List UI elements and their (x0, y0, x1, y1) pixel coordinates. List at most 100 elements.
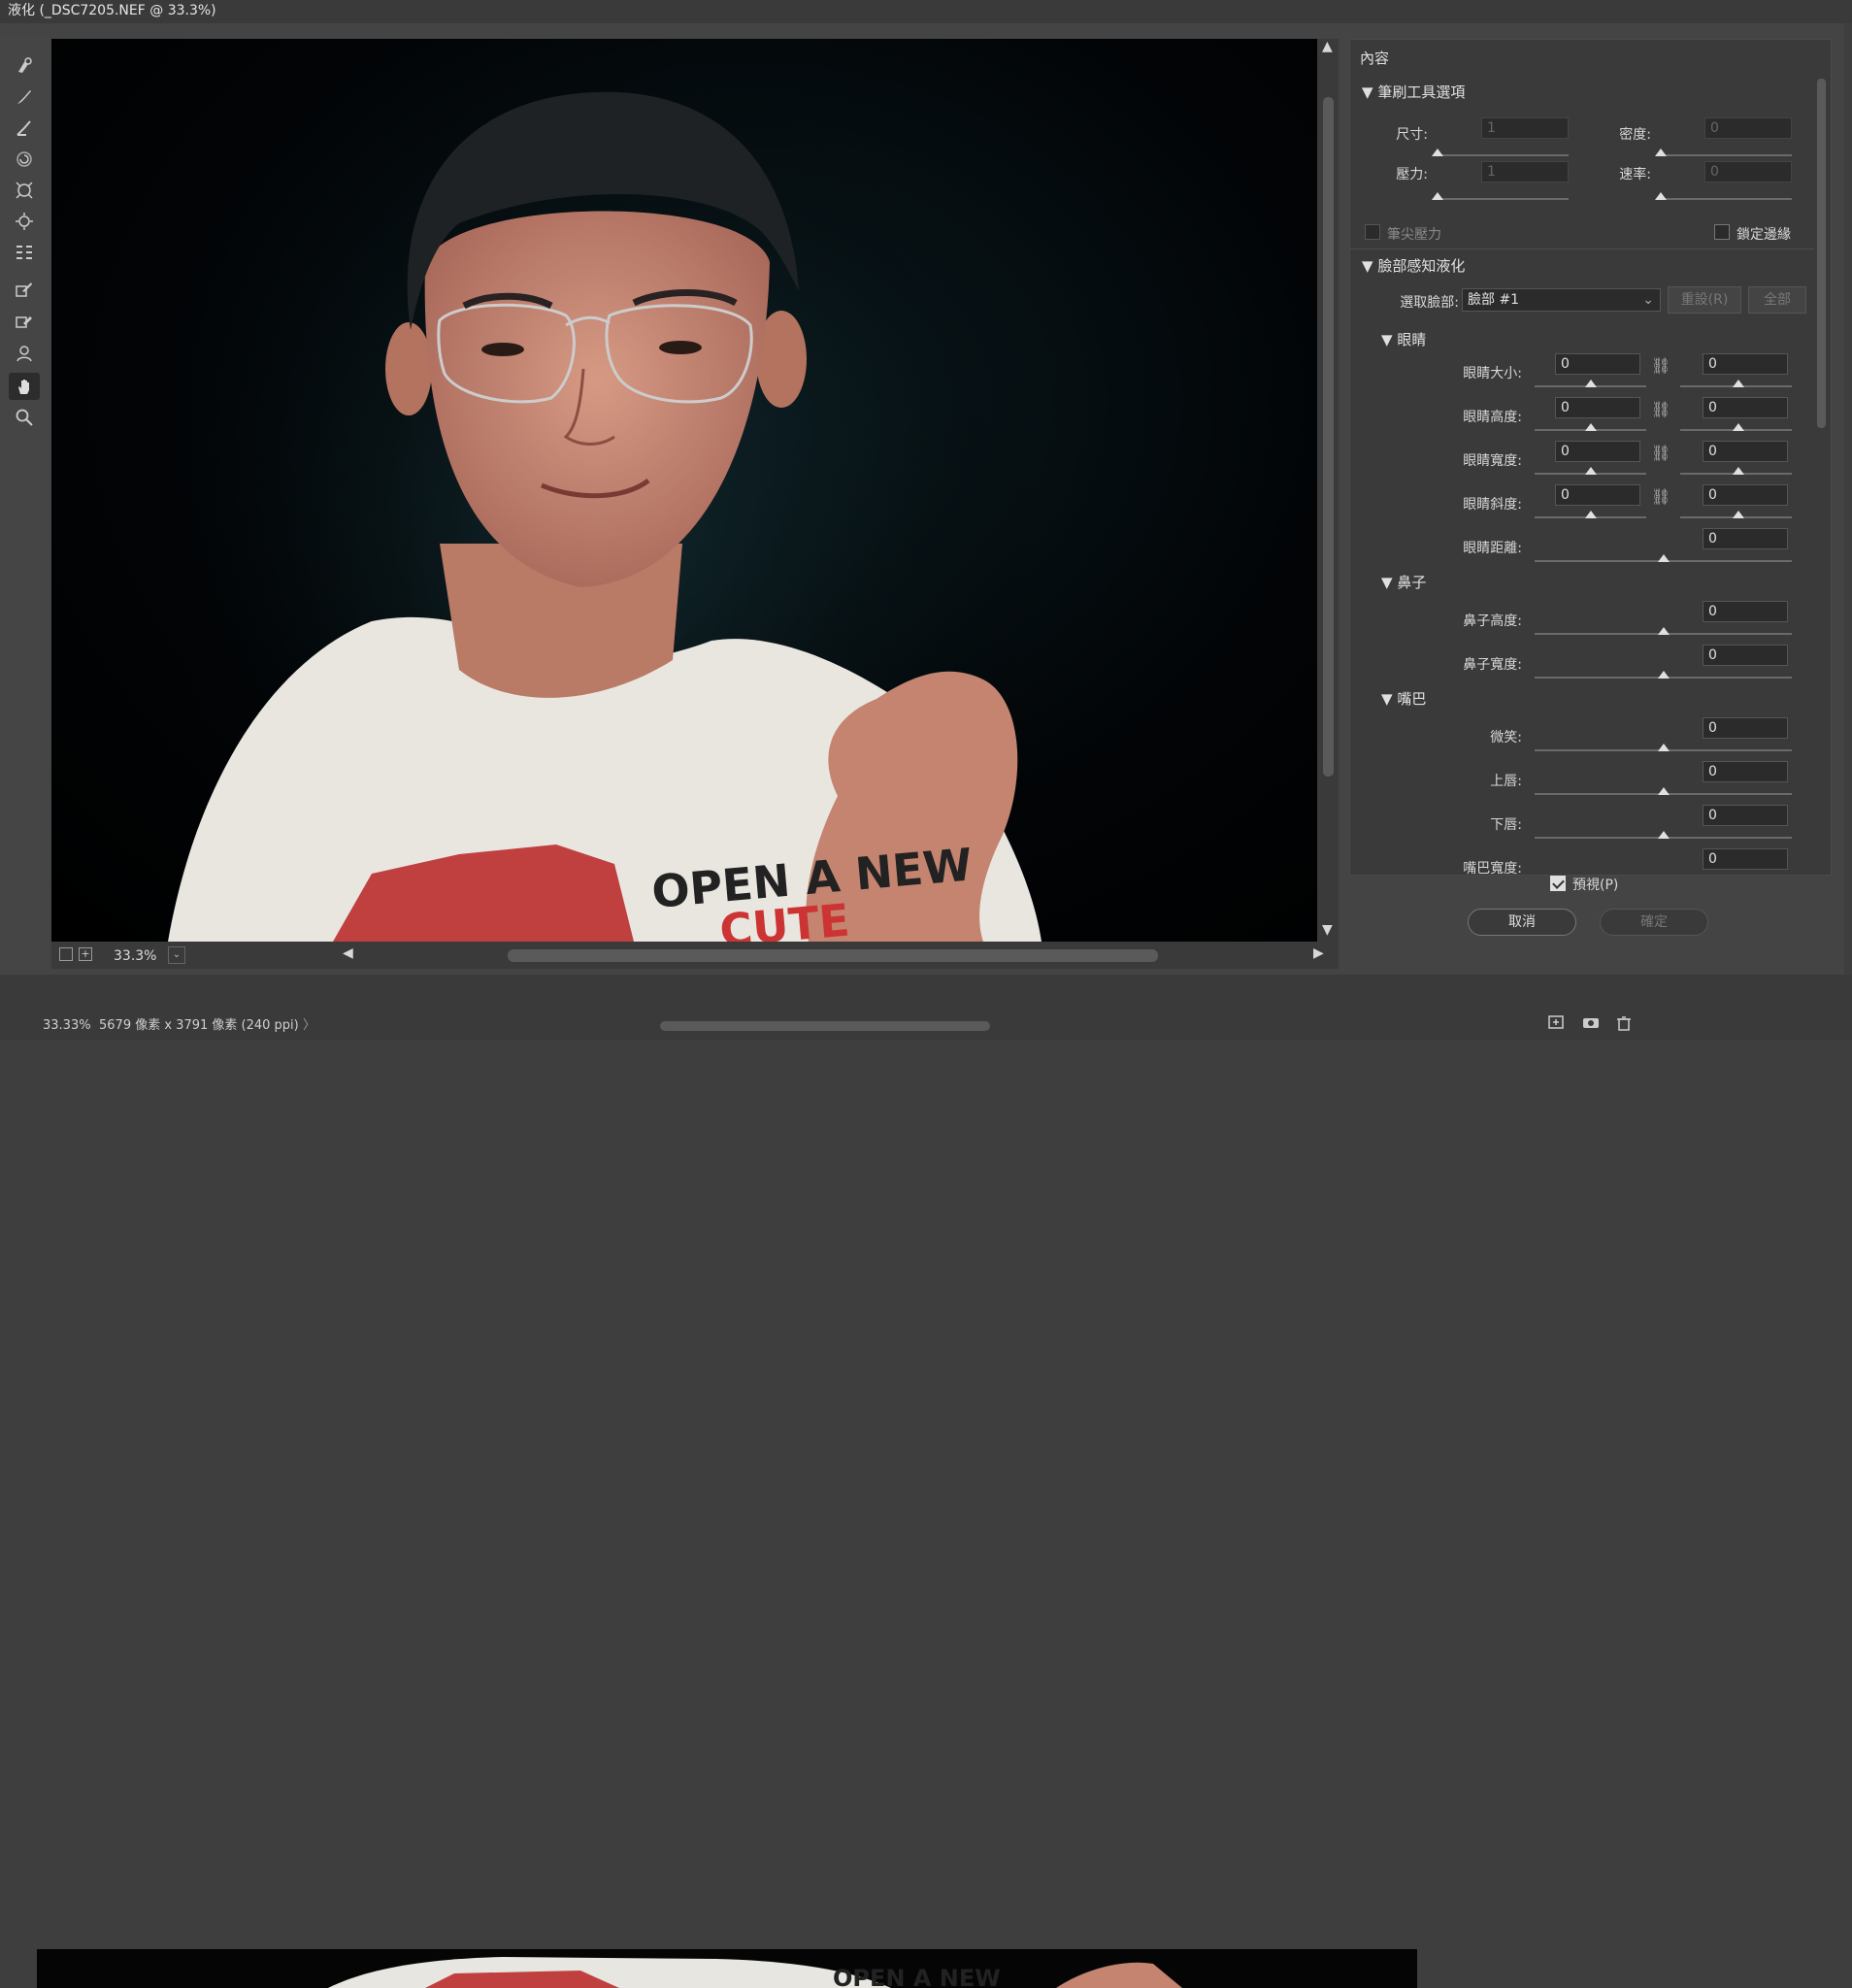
eyes-section[interactable]: ▼ 眼睛 (1381, 329, 1426, 349)
zoom-out-icon[interactable] (59, 947, 73, 961)
eye-width-right-thumb[interactable] (1733, 467, 1744, 475)
nose-width-thumb[interactable] (1658, 671, 1670, 679)
zoom-icon[interactable] (9, 404, 40, 431)
eye-size-right-input[interactable]: 0 (1703, 353, 1788, 375)
pressure-slider-track[interactable] (1433, 198, 1569, 200)
size-slider-track[interactable] (1433, 154, 1569, 156)
pin-edges-checkbox[interactable] (1714, 224, 1730, 240)
panel-scroll-thumb[interactable] (1817, 79, 1826, 428)
twirl-icon[interactable] (9, 146, 40, 173)
status-document-info: 5679 像素 x 3791 像素 (240 ppi) (99, 1018, 299, 1033)
pucker-icon[interactable] (9, 177, 40, 204)
eye-tilt-right-thumb[interactable] (1733, 511, 1744, 518)
eye-width-left-thumb[interactable] (1585, 467, 1597, 475)
smile-label: 微笑: (1490, 730, 1522, 746)
camera-icon[interactable] (1582, 1015, 1600, 1029)
ok-button[interactable]: 確定 (1600, 909, 1708, 936)
pressure-slider-thumb[interactable] (1432, 192, 1443, 200)
eye-width-left-input[interactable]: 0 (1555, 441, 1640, 462)
trash-icon[interactable] (1616, 1015, 1632, 1031)
canvas-horizontal-scrollbar[interactable]: ◀ ▶ (343, 945, 1324, 963)
eye-height-right-thumb[interactable] (1733, 423, 1744, 431)
eye-height-left-thumb[interactable] (1585, 423, 1597, 431)
cancel-button[interactable]: 取消 (1468, 909, 1576, 936)
zoom-in-icon[interactable]: + (79, 947, 92, 961)
nose-width-input[interactable]: 0 (1703, 645, 1788, 666)
forward-warp-icon[interactable] (9, 52, 40, 80)
chevron-right-icon[interactable]: 〉 (303, 1012, 315, 1040)
density-slider-track[interactable] (1656, 154, 1792, 156)
size-slider-thumb[interactable] (1432, 149, 1443, 156)
panel-scrollbar[interactable] (1814, 69, 1828, 710)
canvas-vertical-scrollbar[interactable]: ▲ ▼ (1317, 39, 1339, 942)
select-face-value: 臉部 #1 (1468, 292, 1520, 308)
pressure-input[interactable]: 1 (1481, 161, 1569, 182)
link-icon[interactable]: ⛓ (1651, 400, 1670, 418)
hand-icon[interactable] (9, 373, 40, 400)
eye-size-left-thumb[interactable] (1585, 380, 1597, 387)
lower-lip-thumb[interactable] (1658, 831, 1670, 839)
reset-button[interactable]: 重設(R) (1668, 286, 1741, 314)
nose-section[interactable]: ▼ 鼻子 (1381, 572, 1426, 592)
rate-input[interactable]: 0 (1704, 161, 1792, 182)
upper-lip-thumb[interactable] (1658, 787, 1670, 795)
canvas-bottom-bar: + 33.3% ⌄ ◀ ▶ (51, 942, 1339, 969)
document-horizontal-scroll-thumb[interactable] (660, 1021, 990, 1031)
lower-lip-input[interactable]: 0 (1703, 805, 1788, 826)
nose-width-label: 鼻子寬度: (1463, 657, 1522, 673)
eye-size-right-thumb[interactable] (1733, 380, 1744, 387)
scroll-left-icon[interactable]: ◀ (343, 945, 353, 961)
chevron-down-icon[interactable]: ⌄ (168, 946, 185, 964)
link-icon[interactable]: ⛓ (1651, 444, 1670, 462)
eye-distance-input[interactable]: 0 (1703, 528, 1788, 549)
smile-input[interactable]: 0 (1703, 717, 1788, 739)
mouth-width-input[interactable]: 0 (1703, 848, 1788, 870)
zoom-level-field[interactable]: 33.3% (110, 946, 216, 966)
eye-distance-thumb[interactable] (1658, 554, 1670, 562)
brush-options-header: 筆刷工具選項 (1377, 83, 1466, 101)
rate-slider-thumb[interactable] (1655, 192, 1667, 200)
smooth-icon[interactable] (9, 115, 40, 142)
status-zoom[interactable]: 33.33% (43, 1012, 91, 1040)
eye-tilt-right-input[interactable]: 0 (1703, 484, 1788, 506)
scroll-up-icon[interactable]: ▲ (1322, 39, 1333, 54)
brush-options-section[interactable]: ▼ 筆刷工具選項 (1362, 82, 1465, 102)
smile-thumb[interactable] (1658, 744, 1670, 751)
eye-tilt-left-thumb[interactable] (1585, 511, 1597, 518)
preview-checkbox[interactable] (1550, 876, 1566, 891)
eye-tilt-left-input[interactable]: 0 (1555, 484, 1640, 506)
push-left-icon[interactable] (9, 239, 40, 266)
freeze-mask-icon[interactable] (9, 276, 40, 303)
eye-size-left-input[interactable]: 0 (1555, 353, 1640, 375)
new-layer-icon[interactable] (1548, 1015, 1566, 1029)
upper-lip-input[interactable]: 0 (1703, 761, 1788, 782)
link-icon[interactable]: ⛓ (1651, 487, 1670, 506)
eye-height-right-input[interactable]: 0 (1703, 397, 1788, 418)
bloat-icon[interactable] (9, 208, 40, 235)
eye-width-right-input[interactable]: 0 (1703, 441, 1788, 462)
size-input[interactable]: 1 (1481, 117, 1569, 139)
rate-slider-track[interactable] (1656, 198, 1792, 200)
nose-height-thumb[interactable] (1658, 627, 1670, 635)
lower-lip-label: 下唇: (1490, 817, 1522, 833)
all-button[interactable]: 全部 (1748, 286, 1806, 314)
thaw-mask-icon[interactable] (9, 307, 40, 334)
scroll-down-icon[interactable]: ▼ (1322, 922, 1333, 938)
select-face-dropdown[interactable]: 臉部 #1 ⌄ (1462, 288, 1661, 312)
eye-size-label: 眼睛大小: (1463, 366, 1522, 381)
face-aware-section[interactable]: ▼ 臉部感知液化 (1362, 255, 1465, 276)
link-icon[interactable]: ⛓ (1651, 356, 1670, 375)
horizontal-scroll-thumb[interactable] (508, 949, 1158, 962)
reconstruct-icon[interactable] (9, 83, 40, 111)
face-tool-icon[interactable] (9, 340, 40, 367)
properties-panel: 內容 ▼ 筆刷工具選項 尺寸: 1 密度: 0 壓力: 1 速率: 0 筆尖壓力… (1349, 39, 1832, 877)
density-input[interactable]: 0 (1704, 117, 1792, 139)
density-slider-thumb[interactable] (1655, 149, 1667, 156)
scroll-right-icon[interactable]: ▶ (1313, 945, 1324, 961)
stylus-pressure-checkbox[interactable] (1365, 224, 1380, 240)
nose-height-input[interactable]: 0 (1703, 601, 1788, 622)
image-canvas[interactable]: OPEN A NEW CUTE (51, 39, 1317, 942)
vertical-scroll-thumb[interactable] (1323, 97, 1334, 777)
eye-height-left-input[interactable]: 0 (1555, 397, 1640, 418)
mouth-section[interactable]: ▼ 嘴巴 (1381, 688, 1426, 709)
